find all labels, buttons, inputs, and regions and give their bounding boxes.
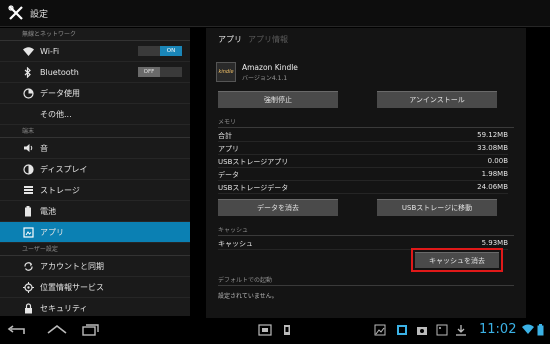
sidebar-item-accounts[interactable]: アカウントと同期 [0, 256, 190, 277]
settings-tools-icon[interactable] [6, 3, 26, 23]
apps-icon [22, 226, 34, 238]
sidebar-item-sound[interactable]: 音 [0, 138, 190, 159]
defaults-text: 設定されていません。 [218, 293, 278, 300]
battery-icon [22, 205, 34, 217]
sidebar-item-label: セキュリティ [40, 303, 88, 313]
uninstall-button[interactable]: アンインストール [377, 91, 497, 108]
breadcrumb-apps[interactable]: アプリ [218, 34, 242, 45]
sync-icon [22, 260, 34, 272]
defaults-section-header: デフォルトでの起動 [218, 275, 514, 286]
sidebar-item-security[interactable]: セキュリティ [0, 298, 190, 316]
notification-icon [396, 324, 408, 336]
settings-sidebar: 無線とネットワーク Wi-Fi ON Bluetooth OFF データ使用 そ… [0, 28, 190, 316]
cache-section-header: キャッシュ [218, 225, 514, 236]
sidebar-item-battery[interactable]: 電池 [0, 201, 190, 222]
sidebar-item-label: Bluetooth [40, 67, 79, 77]
data-usage-icon [22, 87, 34, 99]
sidebar-item-location[interactable]: 位置情報サービス [0, 277, 190, 298]
sidebar-item-label: 電池 [40, 206, 56, 216]
storage-row-usb-app: USBストレージアプリ 0.00B [218, 157, 508, 168]
sidebar-item-label: アプリ [40, 227, 64, 237]
home-icon[interactable] [46, 324, 68, 336]
clear-cache-button[interactable]: キャッシュを消去 [415, 252, 499, 268]
app-name: Amazon Kindle [242, 62, 298, 72]
battery-status-icon [537, 324, 544, 336]
system-bar: 11:02 [0, 318, 550, 344]
image-icon [436, 324, 448, 336]
sidebar-item-label: ディスプレイ [40, 164, 88, 174]
sidebar-item-bluetooth[interactable]: Bluetooth OFF [0, 62, 190, 83]
clear-data-button[interactable]: データを消去 [218, 199, 338, 216]
storage-row-app: アプリ 33.08MB [218, 144, 508, 155]
sidebar-item-label: Wi-Fi [40, 46, 60, 56]
section-header-device: 端末 [0, 125, 190, 138]
camera-icon [416, 324, 428, 336]
lock-icon [22, 302, 34, 314]
brightness-icon [22, 163, 34, 175]
wifi-icon [22, 45, 34, 57]
download-icon [455, 324, 467, 336]
page-title: 設定 [30, 9, 49, 20]
section-header-wireless: 無線とネットワーク [0, 28, 190, 41]
sidebar-item-more[interactable]: その他... [0, 104, 190, 125]
breadcrumb-app-info: アプリ情報 [248, 34, 288, 44]
action-bar: 設定 [0, 0, 550, 27]
kindle-app-icon: kindle [216, 62, 236, 82]
storage-icon [22, 184, 34, 196]
force-stop-button[interactable]: 強制停止 [218, 91, 338, 108]
sidebar-item-label: 音 [40, 143, 48, 153]
app-header: kindle Amazon Kindle バージョン4.1.1 [216, 62, 298, 82]
storage-row-total: 合計 59.12MB [218, 131, 508, 142]
wifi-toggle-on-label: ON [160, 46, 182, 56]
bluetooth-icon [22, 66, 34, 78]
sidebar-item-label: ストレージ [40, 185, 80, 195]
app-version: バージョン4.1.1 [242, 74, 288, 82]
storage-row-usb-data: USBストレージデータ 24.06MB [218, 183, 508, 194]
speaker-icon [22, 142, 34, 154]
sidebar-item-storage[interactable]: ストレージ [0, 180, 190, 201]
app-info-panel: アプリ アプリ情報 kindle Amazon Kindle バージョン4.1.… [206, 28, 526, 318]
wifi-toggle[interactable]: ON [138, 46, 182, 56]
storage-row-data: データ 1.98MB [218, 170, 508, 181]
sidebar-item-display[interactable]: ディスプレイ [0, 159, 190, 180]
sidebar-item-label: データ使用 [40, 88, 80, 98]
sidebar-item-label: その他... [40, 109, 72, 119]
sidebar-item-label: アカウントと同期 [40, 261, 104, 271]
sidebar-item-apps[interactable]: アプリ [0, 222, 190, 243]
recent-apps-icon[interactable] [82, 324, 100, 336]
gallery-icon [374, 324, 386, 336]
usb-icon [283, 324, 291, 336]
storage-section-header: メモリ [218, 117, 514, 128]
sidebar-item-data-usage[interactable]: データ使用 [0, 83, 190, 104]
bluetooth-toggle-off-label: OFF [138, 67, 160, 77]
screenshot-icon[interactable] [258, 324, 272, 336]
bluetooth-toggle[interactable]: OFF [138, 67, 182, 77]
status-clock[interactable]: 11:02 [479, 322, 516, 337]
back-icon[interactable] [6, 324, 28, 336]
section-header-personal: ユーザー設定 [0, 243, 190, 256]
move-to-usb-button[interactable]: USBストレージに移動 [377, 199, 497, 216]
sidebar-item-label: 位置情報サービス [40, 282, 104, 292]
wifi-signal-icon [522, 324, 534, 334]
location-icon [22, 281, 34, 293]
sidebar-item-wifi[interactable]: Wi-Fi ON [0, 41, 190, 62]
breadcrumb: アプリ アプリ情報 [206, 28, 526, 50]
